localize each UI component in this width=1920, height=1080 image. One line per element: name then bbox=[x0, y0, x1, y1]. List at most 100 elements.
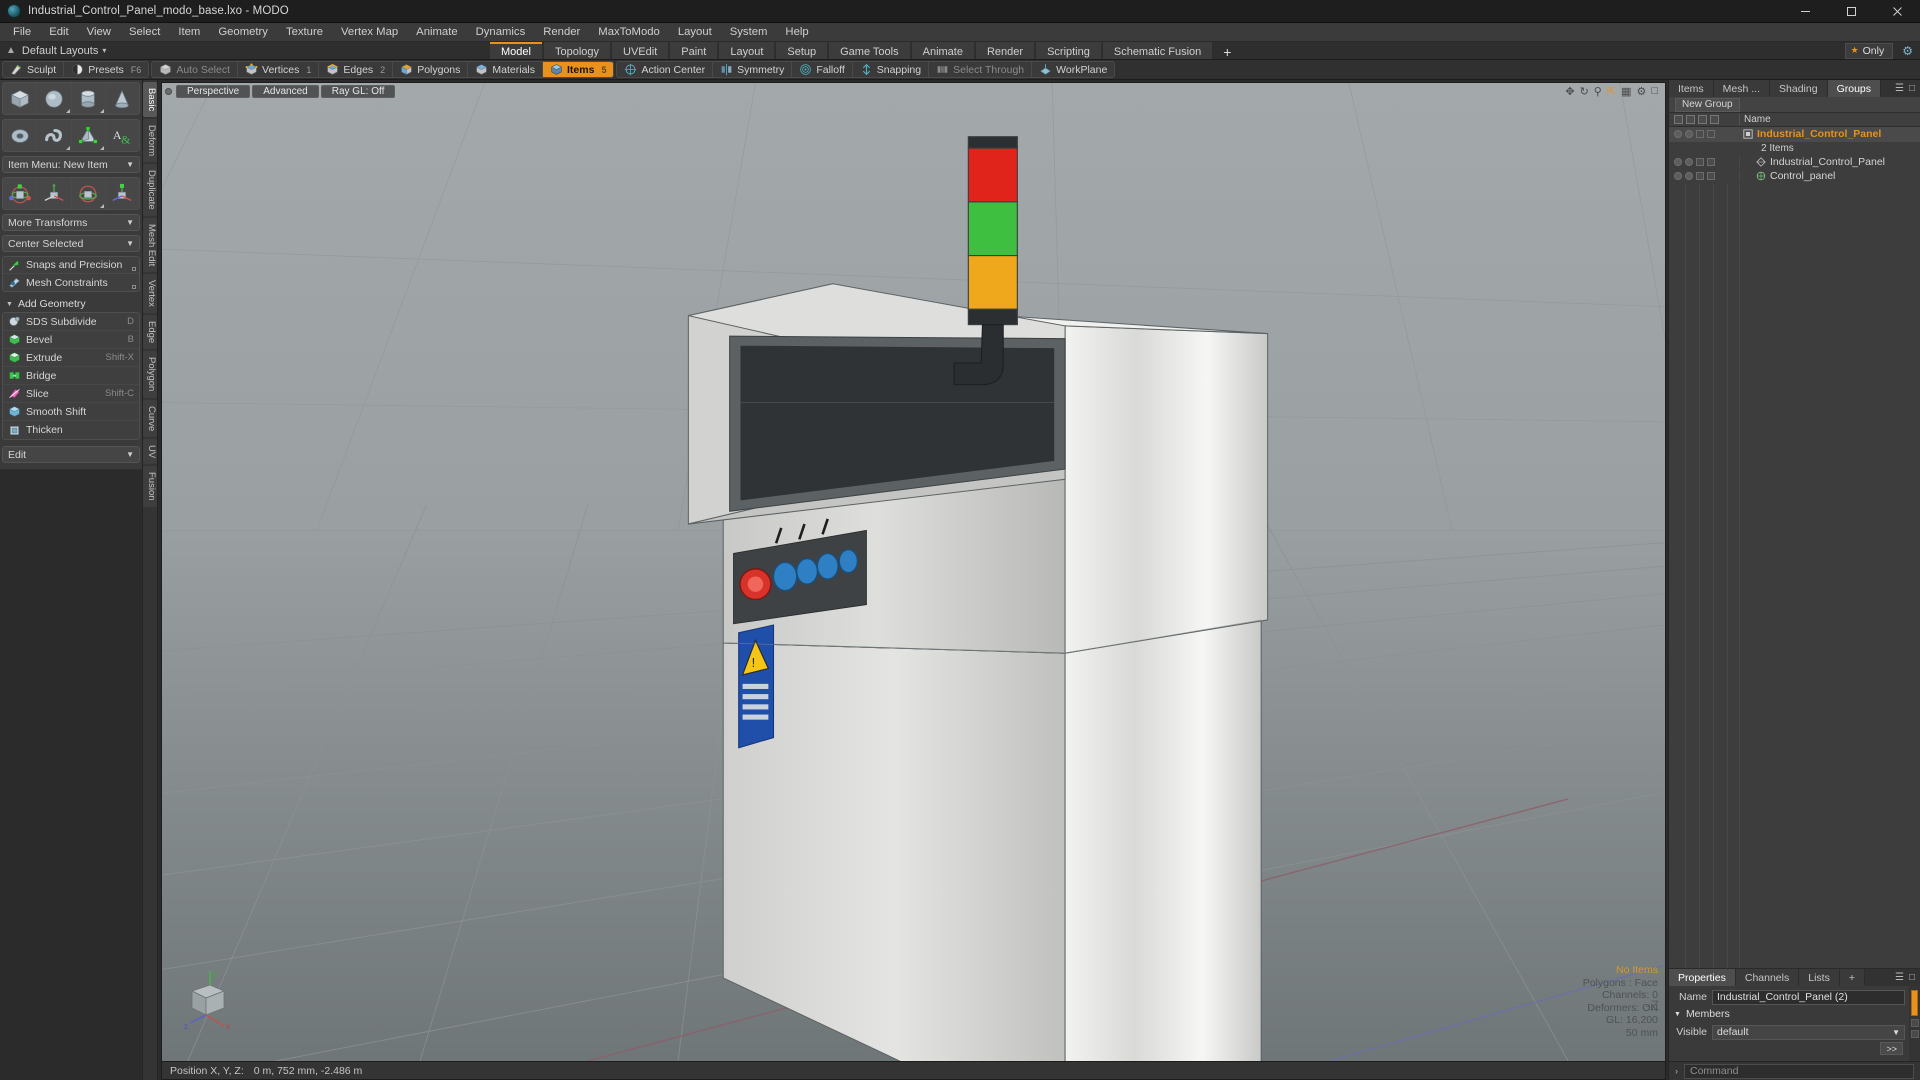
menu-item-edit[interactable]: Edit bbox=[40, 23, 77, 42]
layout-tab-game-tools[interactable]: Game Tools bbox=[829, 42, 910, 59]
home-arrow-icon[interactable]: ▲ bbox=[4, 45, 22, 56]
layout-tab-uvedit[interactable]: UVEdit bbox=[612, 42, 669, 59]
smooth-shift-item[interactable]: Smooth Shift bbox=[3, 403, 139, 421]
visibility-toggle[interactable] bbox=[1674, 172, 1682, 181]
menu-item-geometry[interactable]: Geometry bbox=[209, 23, 277, 42]
zoom-view-icon[interactable]: ⚲ bbox=[1594, 85, 1602, 98]
tab-lists[interactable]: Lists bbox=[1799, 969, 1840, 986]
menu-item-animate[interactable]: Animate bbox=[407, 23, 466, 42]
more-transforms-dropdown[interactable]: More Transforms ▼ bbox=[2, 214, 140, 231]
layout-tab-paint[interactable]: Paint bbox=[670, 42, 718, 59]
snapping-button[interactable]: Snapping bbox=[853, 62, 930, 77]
add-layout-tab-button[interactable]: + bbox=[1214, 42, 1240, 60]
tab-items[interactable]: Items bbox=[1669, 80, 1714, 97]
symmetry-button[interactable]: Symmetry bbox=[713, 62, 793, 77]
text-primitive-button[interactable]: A & bbox=[105, 120, 139, 151]
vtab-mesh-edit[interactable]: Mesh Edit bbox=[143, 218, 157, 273]
layout-tab-render[interactable]: Render bbox=[975, 42, 1035, 59]
render-toggle[interactable] bbox=[1696, 157, 1704, 166]
fit-view-icon[interactable]: ⇱ bbox=[1607, 85, 1616, 98]
menu-item-system[interactable]: System bbox=[721, 23, 777, 42]
cube-primitive-button[interactable] bbox=[3, 83, 37, 114]
thicken-item[interactable]: Thicken bbox=[3, 421, 139, 439]
add-geometry-header[interactable]: ▼ Add Geometry bbox=[2, 296, 140, 312]
minimize-button[interactable] bbox=[1782, 0, 1828, 22]
select-through-button[interactable]: Select Through bbox=[929, 62, 1033, 77]
layout-tab-animate[interactable]: Animate bbox=[911, 42, 974, 59]
lock-toggle[interactable] bbox=[1685, 157, 1693, 166]
tab-add-panel[interactable]: + bbox=[1839, 969, 1865, 986]
tree-empty-area[interactable] bbox=[1669, 183, 1920, 968]
wire-icon[interactable] bbox=[1710, 115, 1719, 124]
tab-groups[interactable]: Groups bbox=[1827, 80, 1882, 97]
panel-popout-icon[interactable]: □ bbox=[1909, 83, 1915, 94]
menu-item-dynamics[interactable]: Dynamics bbox=[467, 23, 535, 42]
wire-toggle[interactable] bbox=[1707, 130, 1715, 139]
extrude-item[interactable]: Extrude Shift-X bbox=[3, 349, 139, 367]
position-transform-button[interactable] bbox=[105, 178, 139, 209]
vtab-deform[interactable]: Deform bbox=[143, 119, 157, 163]
layout-tab-topology[interactable]: Topology bbox=[543, 42, 611, 59]
tetrahedron-primitive-button[interactable] bbox=[71, 120, 105, 151]
menu-item-texture[interactable]: Texture bbox=[277, 23, 332, 42]
layout-tab-layout[interactable]: Layout bbox=[719, 42, 775, 59]
vtab-polygon[interactable]: Polygon bbox=[143, 351, 157, 398]
menu-item-vertex-map[interactable]: Vertex Map bbox=[332, 23, 407, 42]
falloff-button[interactable]: Falloff bbox=[792, 62, 853, 77]
snaps-and-precision-row[interactable]: Snaps and Precision bbox=[3, 257, 139, 274]
lock-toggle[interactable] bbox=[1685, 130, 1693, 139]
cylinder-primitive-button[interactable] bbox=[71, 83, 105, 114]
render-toggle[interactable] bbox=[1696, 172, 1704, 181]
expand-square-icon[interactable] bbox=[132, 267, 136, 271]
close-button[interactable] bbox=[1874, 0, 1920, 22]
render-icon[interactable] bbox=[1698, 115, 1707, 124]
name-field-input[interactable]: Industrial_Control_Panel (2) bbox=[1712, 989, 1905, 1005]
expand-view-icon[interactable]: □ bbox=[1651, 85, 1658, 97]
edge-icon-2[interactable] bbox=[1910, 1030, 1919, 1038]
sculpt-button[interactable]: Sculpt bbox=[3, 62, 65, 77]
menu-item-help[interactable]: Help bbox=[776, 23, 817, 42]
tab-shading[interactable]: Shading bbox=[1770, 80, 1828, 97]
perspective-viewport[interactable]: -Z ! Perspective Advanced Ray GL: Off ✥ … bbox=[161, 82, 1666, 1062]
materials-button[interactable]: Materials bbox=[468, 62, 543, 77]
vtab-basic[interactable]: Basic bbox=[143, 82, 157, 118]
vtab-vertex[interactable]: Vertex bbox=[143, 274, 157, 314]
tab-channels[interactable]: Channels bbox=[1735, 969, 1800, 986]
slice-item[interactable]: Slice Shift-C bbox=[3, 385, 139, 403]
edge-icon-1[interactable] bbox=[1910, 1019, 1919, 1027]
only-toggle[interactable]: ★ Only bbox=[1844, 42, 1894, 59]
grid-view-icon[interactable]: ▦ bbox=[1621, 85, 1631, 98]
vtab-uv[interactable]: UV bbox=[143, 439, 157, 465]
render-toggle[interactable] bbox=[1696, 130, 1704, 139]
sds-subdivide-item[interactable]: SDS Subdivide D bbox=[3, 313, 139, 331]
menu-item-select[interactable]: Select bbox=[120, 23, 169, 42]
maximize-button[interactable] bbox=[1828, 0, 1874, 22]
layout-tab-schematic-fusion[interactable]: Schematic Fusion bbox=[1102, 42, 1213, 59]
layout-tab-model[interactable]: Model bbox=[490, 42, 542, 59]
members-more-button[interactable]: >> bbox=[1880, 1042, 1903, 1055]
tab-mesh[interactable]: Mesh ... bbox=[1713, 80, 1771, 97]
center-selected-dropdown[interactable]: Center Selected ▼ bbox=[2, 235, 140, 252]
items-button[interactable]: Items 5 bbox=[543, 62, 614, 77]
presets-button[interactable]: Presets F6 bbox=[64, 62, 148, 77]
lock-icon[interactable] bbox=[1686, 115, 1695, 124]
cone-primitive-button[interactable] bbox=[105, 83, 139, 114]
tree-row-industrial-control-panel-group[interactable]: Industrial_Control_Panel bbox=[1669, 127, 1920, 142]
tree-row-control-panel[interactable]: Control_panel bbox=[1669, 169, 1920, 184]
mesh-constraints-row[interactable]: Mesh Constraints bbox=[3, 274, 139, 291]
auto-select-button[interactable]: Auto Select bbox=[152, 62, 239, 77]
vtab-duplicate[interactable]: Duplicate bbox=[143, 164, 157, 216]
command-input[interactable]: Command bbox=[1684, 1063, 1914, 1079]
menu-item-render[interactable]: Render bbox=[534, 23, 589, 42]
viewport-advanced-button[interactable]: Advanced bbox=[252, 84, 319, 98]
lock-toggle[interactable] bbox=[1685, 172, 1693, 181]
tab-properties[interactable]: Properties bbox=[1669, 969, 1736, 986]
menu-item-maxtomodo[interactable]: MaxToModo bbox=[589, 23, 669, 42]
vtab-edge[interactable]: Edge bbox=[143, 315, 157, 350]
menu-item-layout[interactable]: Layout bbox=[669, 23, 721, 42]
tree-row-industrial-control-panel-mesh[interactable]: Industrial_Control_Panel bbox=[1669, 155, 1920, 170]
panel-menu-icon[interactable]: ☰ bbox=[1895, 83, 1904, 94]
spiral-primitive-button[interactable] bbox=[37, 120, 71, 151]
panel-popout-icon[interactable]: □ bbox=[1909, 972, 1915, 983]
polygons-button[interactable]: Polygons bbox=[393, 62, 469, 77]
